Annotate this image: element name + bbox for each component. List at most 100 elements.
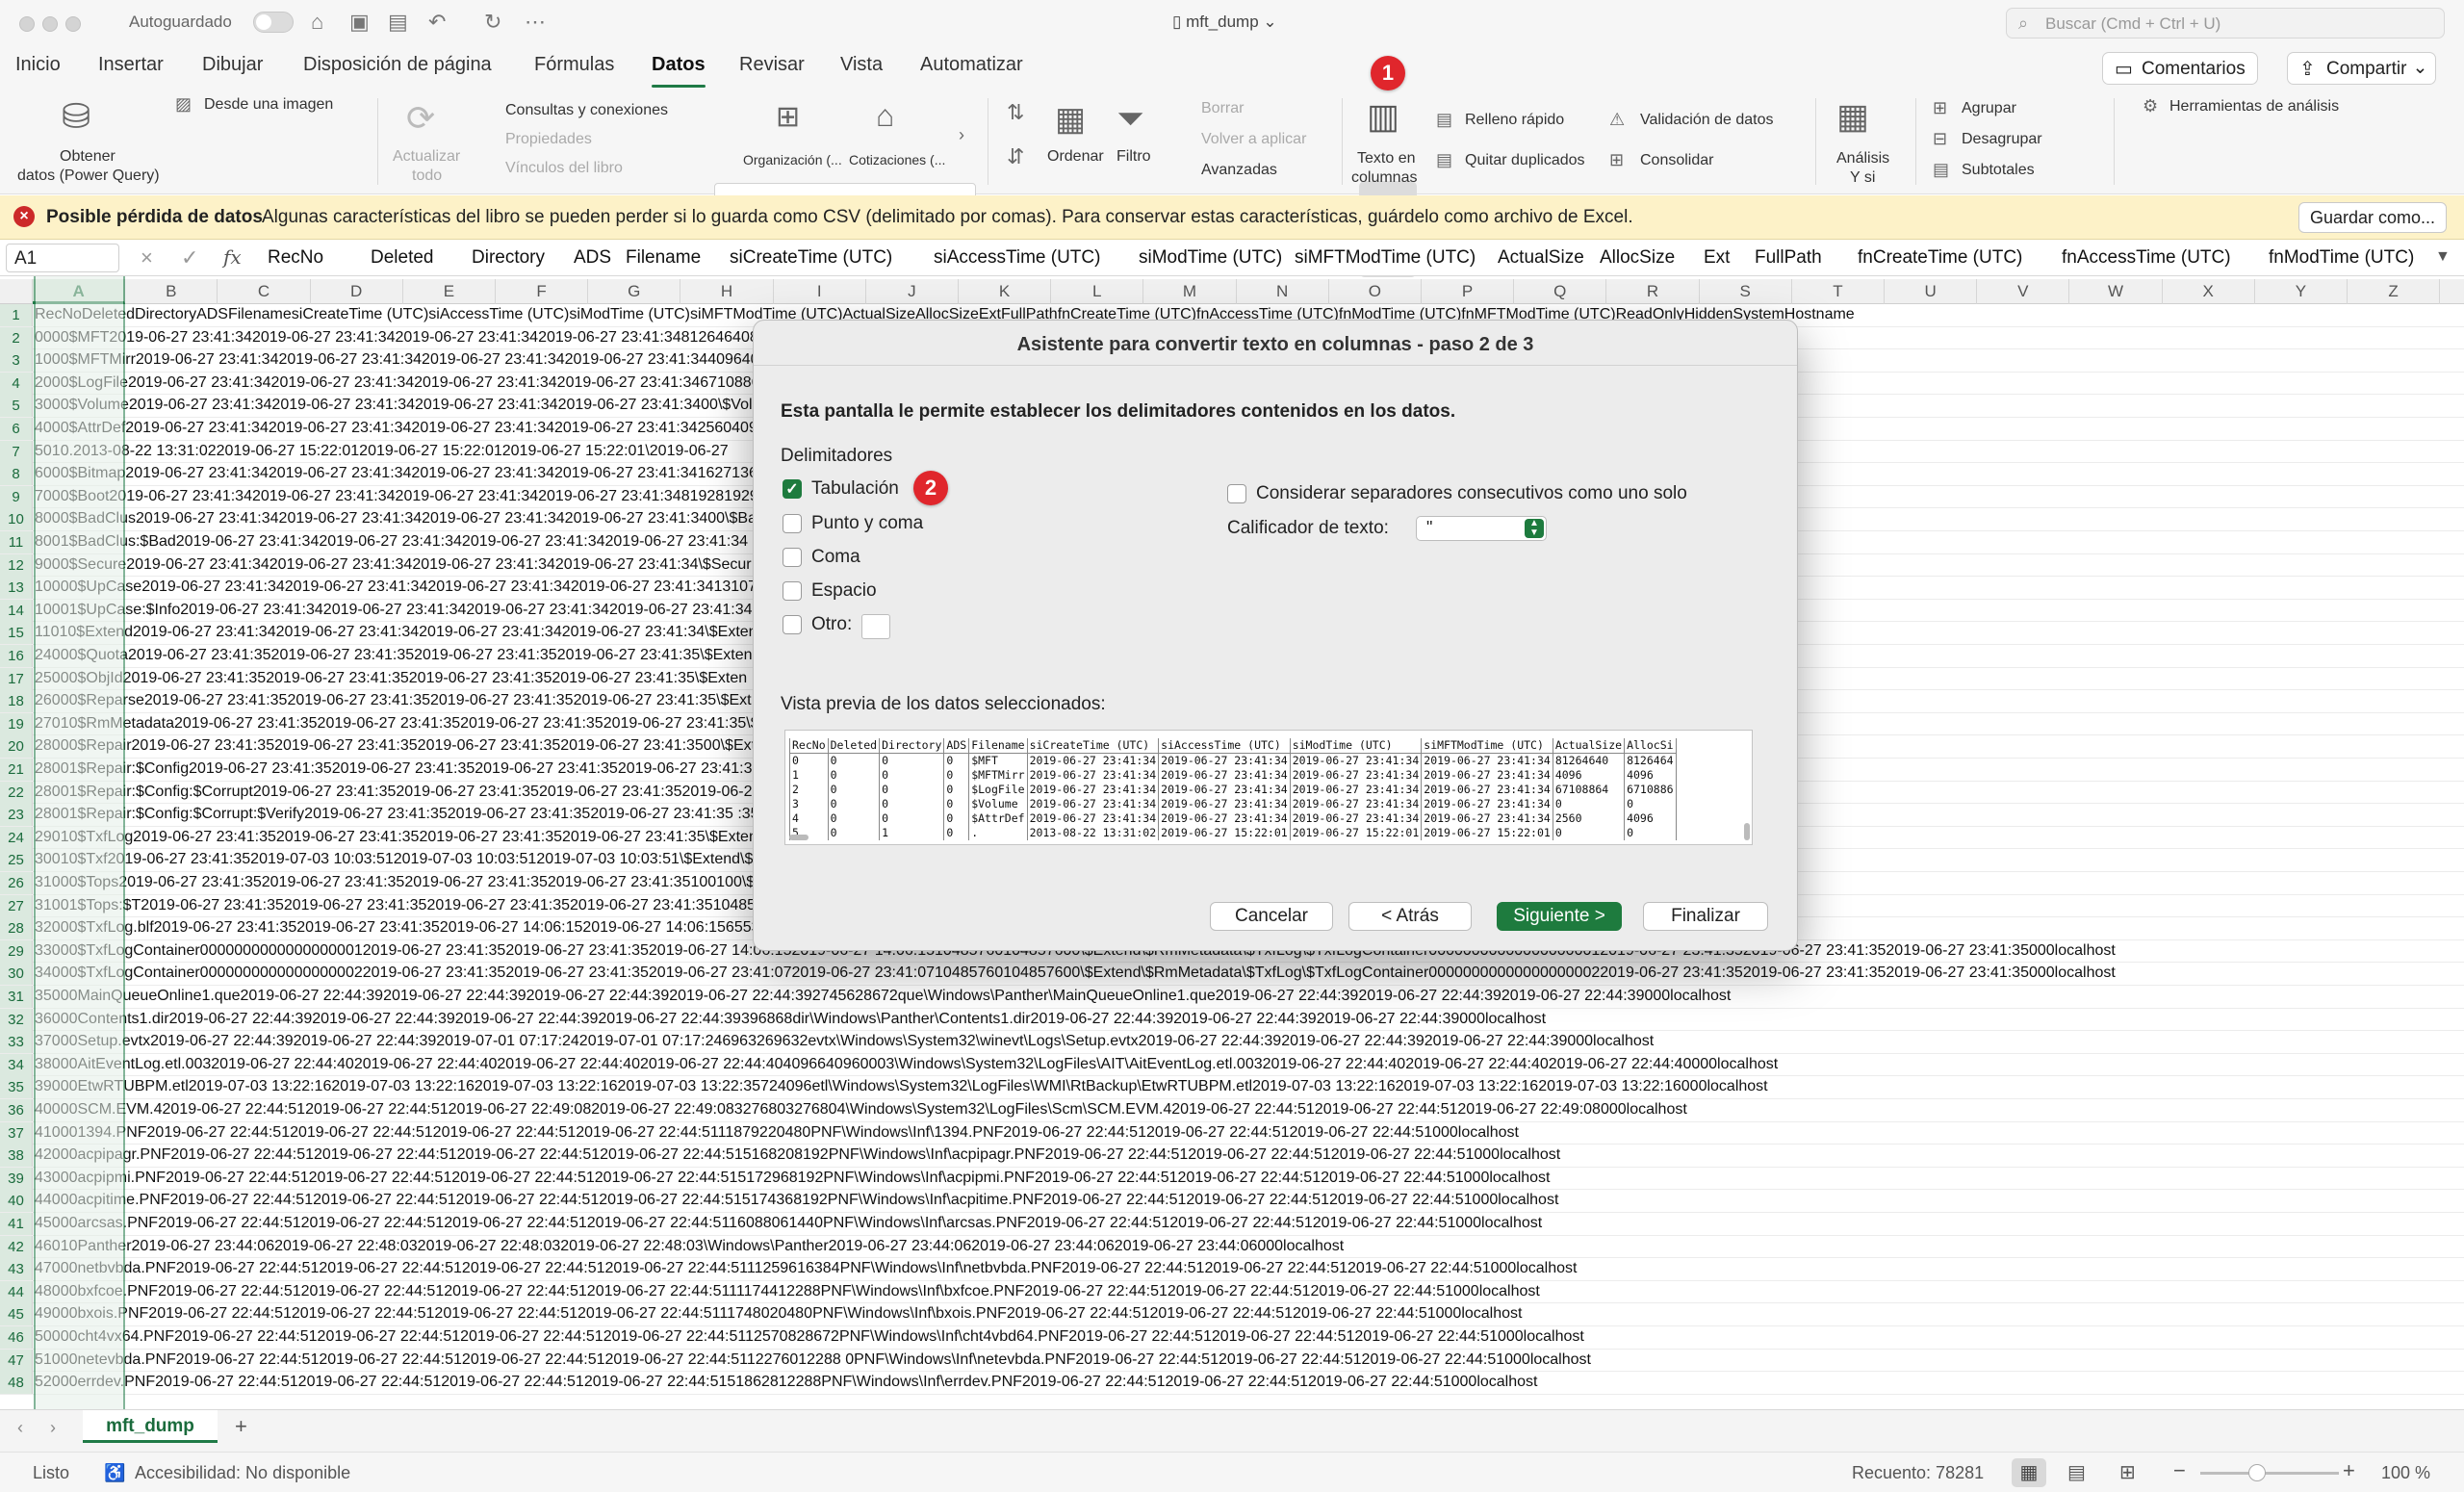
row-header[interactable]: 21 (0, 759, 33, 781)
row-header[interactable]: 18 (0, 690, 33, 713)
from-image-button[interactable]: Desde una imagen (204, 96, 333, 114)
semicolon-checkbox[interactable] (783, 514, 802, 533)
org-data-type[interactable]: Organización (... (743, 152, 842, 167)
row-header[interactable]: 17 (0, 667, 33, 690)
other-delimiter-input[interactable] (861, 614, 890, 639)
row-header[interactable]: 8 (0, 463, 33, 486)
window-title[interactable]: ▯ mft_dump ⌄ (1172, 13, 1277, 32)
undo-icon[interactable]: ↶ (428, 10, 446, 35)
column-header-g[interactable]: G (588, 279, 681, 304)
save-as-button[interactable]: Guardar como... (2298, 202, 2447, 233)
redo-icon[interactable]: ↻ (484, 10, 501, 35)
normal-view-icon[interactable]: ▦ (2012, 1458, 2046, 1487)
table-row[interactable]: 40 44000acpitime.PNF2019-06-27 22:44:5120… (0, 1190, 2464, 1213)
close-circle-icon[interactable]: × (13, 206, 35, 227)
tab-insertar[interactable]: Insertar (98, 54, 164, 76)
table-row[interactable]: 37 410001394.PNF2019-06-27 22:44:512019-0… (0, 1121, 2464, 1145)
comma-checkbox[interactable] (783, 548, 802, 567)
row-header[interactable]: 14 (0, 599, 33, 622)
column-header-a[interactable]: A (33, 279, 126, 304)
zoom-level[interactable]: 100 % (2381, 1463, 2430, 1483)
row-header[interactable]: 20 (0, 735, 33, 759)
column-header-k[interactable]: K (959, 279, 1052, 304)
consecutive-checkbox[interactable] (1227, 484, 1246, 503)
next-button[interactable]: Siguiente > (1497, 902, 1622, 931)
tab-vista[interactable]: Vista (840, 54, 883, 76)
table-row[interactable]: 34 38000AitEventLog.etl.0032019-06-27 22:… (0, 1053, 2464, 1077)
database-icon[interactable]: ⛁ (62, 96, 90, 137)
row-header[interactable]: 28 (0, 917, 33, 940)
chevron-right-icon[interactable]: › (959, 125, 964, 145)
column-header-e[interactable]: E (403, 279, 496, 304)
row-header[interactable]: 22 (0, 781, 33, 804)
row-header[interactable]: 33 (0, 1031, 33, 1054)
ungroup-button[interactable]: Desagrupar (1962, 131, 2042, 148)
column-header-h[interactable]: H (680, 279, 774, 304)
table-row[interactable]: 33 37000Setup.evtx2019-06-27 22:44:392019… (0, 1031, 2464, 1054)
space-checkbox[interactable] (783, 581, 802, 601)
table-row[interactable]: 44 48000bxfcoe.PNF2019-06-27 22:44:512019… (0, 1280, 2464, 1304)
column-header-o[interactable]: O (1329, 279, 1422, 304)
table-row[interactable]: 35 39000EtwRTUBPM.etl2019-07-03 13:22:162… (0, 1076, 2464, 1099)
row-header[interactable]: 11 (0, 531, 33, 553)
other-checkbox[interactable] (783, 615, 802, 634)
clear-button[interactable]: Borrar (1201, 100, 1244, 117)
table-row[interactable]: 31 35000MainQueueOnline1.que2019-06-27 22… (0, 986, 2464, 1009)
column-header-r[interactable]: R (1606, 279, 1700, 304)
row-header[interactable]: 23 (0, 804, 33, 827)
column-header-s[interactable]: S (1700, 279, 1792, 304)
row-header[interactable]: 5 (0, 395, 33, 418)
back-button[interactable]: < Atrás (1348, 902, 1472, 931)
zoom-out-icon[interactable]: − (2173, 1458, 2186, 1483)
column-header-w[interactable]: W (2069, 279, 2163, 304)
table-row[interactable]: 43 47000netbvbda.PNF2019-06-27 22:44:5120… (0, 1258, 2464, 1281)
more-icon[interactable]: ⋯ (525, 10, 546, 35)
row-header[interactable]: 34 (0, 1053, 33, 1076)
tab-automatizar[interactable]: Automatizar (920, 54, 1023, 76)
column-header-d[interactable]: D (311, 279, 403, 304)
column-header-p[interactable]: P (1422, 279, 1515, 304)
row-header[interactable]: 46 (0, 1326, 33, 1349)
row-header[interactable]: 42 (0, 1235, 33, 1258)
row-header[interactable]: 36 (0, 1099, 33, 1121)
accessibility-icon[interactable]: ♿ (104, 1463, 125, 1483)
column-header-x[interactable]: X (2163, 279, 2255, 304)
space-label[interactable]: Espacio (811, 580, 877, 602)
row-header[interactable]: 25 (0, 849, 33, 872)
accessibility-status[interactable]: Accesibilidad: No disponible (135, 1463, 350, 1483)
tab-dibujar[interactable]: Dibujar (202, 54, 263, 76)
home-icon[interactable]: ⌂ (311, 10, 323, 35)
save-as-icon[interactable]: ▤ (388, 10, 408, 35)
table-row[interactable]: 36 40000SCM.EVM.42019-06-27 22:44:512019-… (0, 1099, 2464, 1122)
zoom-slider-thumb[interactable] (2248, 1464, 2266, 1481)
row-header[interactable]: 6 (0, 418, 33, 440)
save-icon[interactable]: ▣ (349, 10, 370, 35)
sheet-tab-mft-dump[interactable]: mft_dump (83, 1410, 218, 1443)
text-qualifier-select[interactable]: " ▲ ▼ (1416, 516, 1547, 541)
table-row[interactable]: 38 42000acpipagr.PNF2019-06-27 22:44:5120… (0, 1145, 2464, 1168)
analysis-tools-button[interactable]: Herramientas de análisis (2169, 98, 2339, 116)
row-header[interactable]: 30 (0, 963, 33, 986)
column-header-b[interactable]: B (125, 279, 218, 304)
row-header[interactable]: 39 (0, 1167, 33, 1190)
minimize-window-button[interactable] (42, 16, 58, 32)
column-header-l[interactable]: L (1051, 279, 1144, 304)
finish-button[interactable]: Finalizar (1643, 902, 1768, 931)
table-row[interactable]: 42 46010Panther2019-06-27 23:44:062019-06… (0, 1235, 2464, 1259)
tab-label[interactable]: Tabulación (811, 478, 899, 500)
column-header-v[interactable]: V (1977, 279, 2070, 304)
sort-za-icon[interactable]: ⇵ (1007, 144, 1024, 169)
row-header[interactable]: 47 (0, 1349, 33, 1372)
consecutive-label[interactable]: Considerar separadores consecutivos como… (1256, 483, 1687, 504)
column-header-z[interactable]: Z (2348, 279, 2441, 304)
get-data-label-2[interactable]: datos (Power Query) (17, 167, 160, 185)
row-header[interactable]: 10 (0, 508, 33, 531)
reapply-button[interactable]: Volver a aplicar (1201, 131, 1306, 148)
row-header[interactable]: 24 (0, 826, 33, 849)
column-header-c[interactable]: C (218, 279, 311, 304)
row-header[interactable]: 1 (0, 304, 33, 326)
column-header-i[interactable]: I (774, 279, 866, 304)
row-header[interactable]: 9 (0, 485, 33, 508)
table-row[interactable]: 47 51000netevbda.PNF2019-06-27 22:44:5120… (0, 1349, 2464, 1373)
sort-az-icon[interactable]: ⇅ (1007, 100, 1024, 125)
